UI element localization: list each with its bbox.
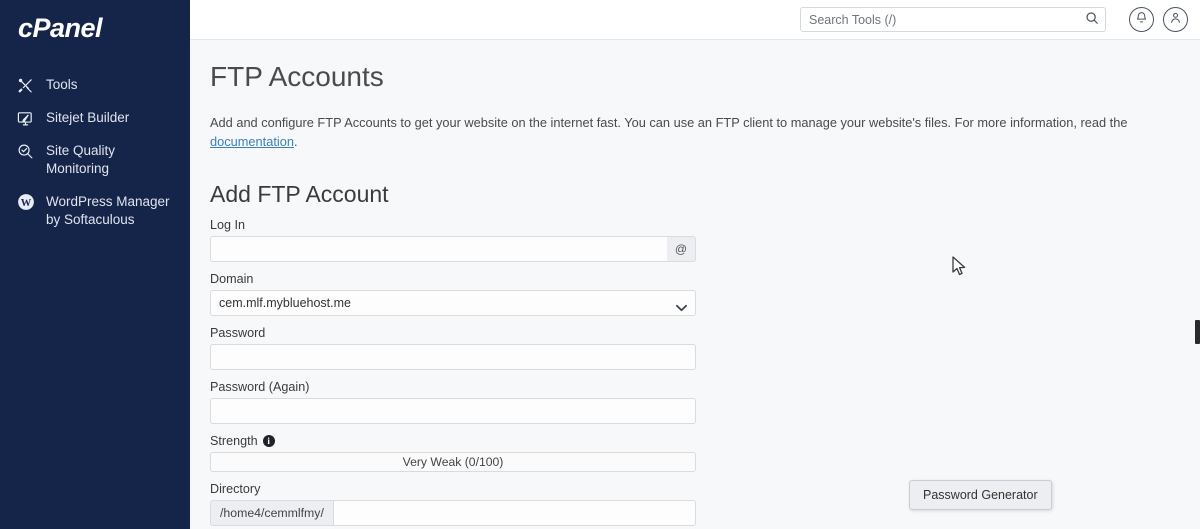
wordpress-icon: W bbox=[17, 193, 39, 211]
documentation-link[interactable]: documentation bbox=[210, 134, 294, 149]
directory-input-group: /home4/cemmlfmy/ bbox=[210, 500, 696, 527]
bell-icon bbox=[1135, 11, 1148, 29]
login-label: Log In bbox=[210, 218, 246, 233]
page-title: FTP Accounts bbox=[210, 61, 384, 92]
cpanel-app: cPanel Tools Sitejet Builder Site Qualit… bbox=[0, 0, 1200, 529]
topbar bbox=[190, 0, 1200, 40]
domain-field-group: Domain cem.mlf.mybluehost.me bbox=[210, 272, 696, 317]
strength-field-group: Strength i Very Weak (0/100) bbox=[210, 434, 696, 473]
search-input[interactable] bbox=[800, 7, 1106, 32]
password-strength-meter: Very Weak (0/100) bbox=[210, 452, 696, 473]
main-area: FTP Accounts Add and configure FTP Accou… bbox=[190, 0, 1200, 529]
directory-input[interactable] bbox=[332, 500, 696, 527]
search-container bbox=[800, 7, 1106, 32]
page-description-text: Add and configure FTP Accounts to get yo… bbox=[210, 114, 1128, 130]
sidebar-item-site-quality-monitoring[interactable]: Site Quality Monitoring bbox=[0, 142, 190, 178]
password-field-group: Password bbox=[210, 326, 696, 371]
password-label: Password bbox=[210, 326, 266, 341]
sidebar-item-wordpress-manager[interactable]: W WordPress Manager by Softaculous bbox=[0, 193, 190, 229]
cpanel-logo[interactable]: cPanel bbox=[18, 15, 190, 42]
sidebar-item-label: Tools bbox=[46, 77, 78, 92]
password-again-label: Password (Again) bbox=[210, 380, 310, 395]
sidebar-item-label: Sitejet Builder bbox=[46, 110, 130, 125]
sidebar-item-label: Site Quality Monitoring bbox=[46, 143, 116, 176]
domain-select-wrap: cem.mlf.mybluehost.me bbox=[210, 290, 696, 317]
magnifier-check-icon bbox=[17, 142, 39, 160]
directory-label: Directory bbox=[210, 482, 261, 497]
page-description: Add and configure FTP Accounts to get yo… bbox=[210, 113, 1200, 151]
login-field-group: Log In @ bbox=[210, 218, 696, 263]
domain-label: Domain bbox=[210, 272, 254, 287]
directory-field-group: Directory /home4/cemmlfmy/ bbox=[210, 482, 696, 527]
strength-meter-text: Very Weak (0/100) bbox=[402, 455, 504, 470]
scrollbar-thumb[interactable] bbox=[1195, 320, 1200, 344]
info-icon[interactable]: i bbox=[262, 435, 275, 448]
sidebar-item-tools[interactable]: Tools bbox=[0, 76, 190, 94]
sidebar-nav: Tools Sitejet Builder Site Quality Monit… bbox=[0, 76, 190, 229]
password-again-field-group: Password (Again) bbox=[210, 380, 696, 425]
page-content: FTP Accounts Add and configure FTP Accou… bbox=[190, 40, 1200, 527]
svg-text:W: W bbox=[21, 198, 32, 209]
sidebar: cPanel Tools Sitejet Builder Site Qualit… bbox=[0, 0, 190, 529]
sidebar-item-sitejet-builder[interactable]: Sitejet Builder bbox=[0, 109, 190, 127]
account-button[interactable] bbox=[1163, 7, 1188, 32]
login-input[interactable] bbox=[210, 236, 667, 263]
monitor-pen-icon bbox=[17, 109, 39, 127]
password-input[interactable] bbox=[210, 344, 696, 371]
strength-label: Strength bbox=[210, 434, 258, 449]
login-at-addon: @ bbox=[667, 236, 696, 263]
page-description-suffix: . bbox=[293, 133, 298, 149]
login-input-group: @ bbox=[210, 236, 696, 263]
sidebar-item-label: WordPress Manager by Softaculous bbox=[46, 194, 170, 227]
domain-select[interactable]: cem.mlf.mybluehost.me bbox=[210, 290, 696, 317]
directory-prefix-addon: /home4/cemmlfmy/ bbox=[210, 500, 333, 527]
add-ftp-account-heading: Add FTP Account bbox=[210, 181, 389, 208]
tools-icon bbox=[17, 76, 39, 94]
password-generator-button[interactable]: Password Generator bbox=[909, 480, 1052, 510]
password-again-input[interactable] bbox=[210, 398, 696, 425]
notifications-button[interactable] bbox=[1129, 7, 1154, 32]
strength-label-row: Strength i bbox=[210, 434, 696, 448]
user-avatar-icon bbox=[1169, 11, 1182, 29]
